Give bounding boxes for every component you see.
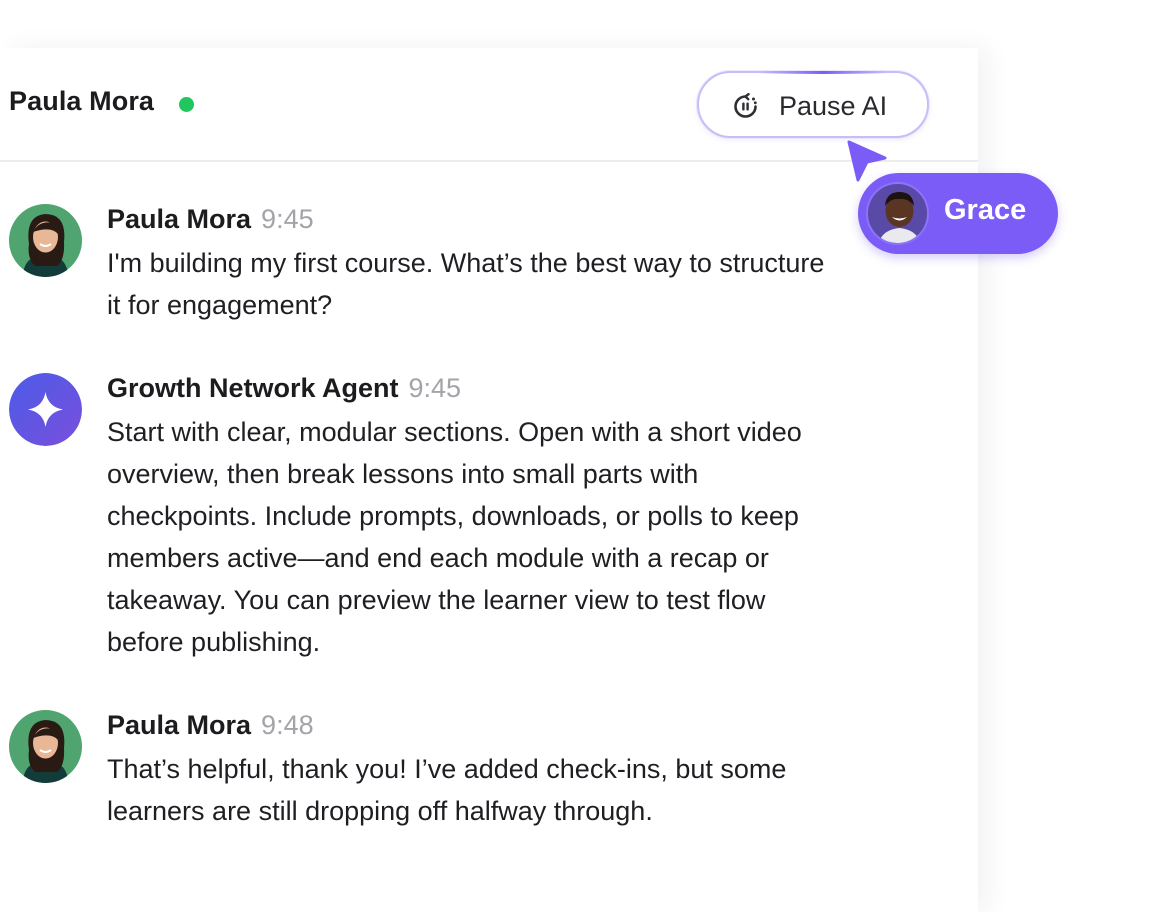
sender-name: Growth Network Agent [107,373,399,403]
pause-ai-label: Pause AI [779,91,888,121]
message-line: overview, then break lessons into small … [107,459,699,489]
message-line: members active—and end each module with … [107,543,769,573]
collaborator-cursor-tag: Grace [858,173,1058,254]
message-line: I'm building my first course. What’s the… [107,248,825,278]
message-line: before publishing. [107,627,321,657]
paula-avatar [9,710,82,783]
chat-header: Paula Mora Pause AI [0,48,978,162]
message-header: Paula Mora 9:45 [107,204,314,235]
agent-avatar [9,373,82,446]
online-status-dot [179,97,194,112]
contact-name: Paula Mora [9,86,155,116]
chat-panel: Paula Mora Pause AI Paula Mora 9:45 I'm … [0,48,978,912]
message-time: 9:45 [261,204,314,234]
message-line: it for engagement? [107,290,333,320]
paula-avatar [9,204,82,277]
message-text: I'm building my first course. What’s the… [107,242,917,326]
message-header: Paula Mora 9:48 [107,710,314,741]
message-line: checkpoints. Include prompts, downloads,… [107,501,799,531]
message-time: 9:45 [408,373,462,403]
sender-name: Paula Mora [107,710,252,740]
message-text: That’s helpful, thank you! I’ve added ch… [107,748,917,832]
chat-stage: Paula Mora Pause AI Paula Mora 9:45 I'm … [0,0,1168,912]
message-header: Growth Network Agent 9:45 [107,373,461,404]
message-line: Start with clear, modular sections. Open… [107,417,802,447]
message-line: learners are still dropping off halfway … [107,796,653,826]
grace-avatar [866,182,929,245]
message-text: Start with clear, modular sections. Open… [107,411,917,663]
message-line: takeaway. You can preview the learner vi… [107,585,766,615]
timer-pause-icon [732,93,759,120]
sender-name: Paula Mora [107,204,252,234]
pause-ai-button[interactable]: Pause AI [697,71,929,138]
message-line: That’s helpful, thank you! I’ve added ch… [107,754,787,784]
message-time: 9:48 [261,710,314,740]
collaborator-name: Grace [944,194,1027,226]
